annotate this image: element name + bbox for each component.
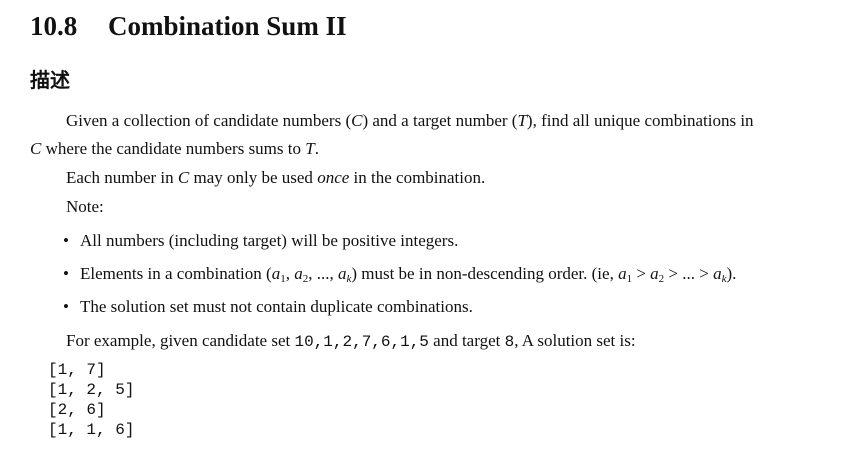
solution-line: [2, 6] — [48, 401, 106, 419]
text: Elements in a combination ( — [80, 264, 272, 283]
emphasis-once: once — [317, 168, 350, 187]
solution-line: [1, 7] — [48, 361, 106, 379]
section-title-text: Combination Sum II — [108, 11, 347, 41]
candidate-set: 10,1,2,7,6,1,5 — [294, 333, 429, 351]
list-item: • All numbers (including target) will be … — [30, 226, 736, 259]
text: All numbers (including target) will be p… — [80, 231, 459, 250]
list-item: • Elements in a combination (a1, a2, ...,… — [30, 259, 736, 292]
description-heading: 描述 — [30, 68, 70, 92]
math-a: a — [618, 264, 627, 283]
math-T: T — [517, 111, 527, 130]
math-C: C — [30, 139, 42, 158]
math-a: a — [650, 264, 659, 283]
math-a: a — [271, 264, 281, 283]
text: in the combination. — [349, 168, 486, 187]
text: , — [285, 264, 295, 283]
text: and target — [428, 331, 505, 350]
text: ). — [726, 264, 737, 283]
bullet-icon: • — [63, 231, 69, 250]
math-T: T — [305, 139, 315, 158]
note-label: Note: — [30, 193, 820, 221]
math-gt: > — [632, 264, 651, 283]
solution-code-block: [1, 7] [1, 2, 5] [2, 6] [1, 1, 6] — [48, 360, 134, 440]
paragraph-example: For example, given candidate set 10,1,2,… — [30, 327, 820, 356]
text: , A solution set is: — [514, 331, 636, 350]
paragraph-usage-rule: Each number in C may only be used once i… — [30, 164, 820, 192]
math-C: C — [351, 111, 363, 130]
solution-line: [1, 2, 5] — [48, 381, 135, 399]
document-page: 10.8 Combination Sum II 描述 Given a collec… — [0, 0, 847, 461]
text: ... — [682, 264, 700, 283]
section-title: 10.8 Combination Sum II — [30, 8, 347, 44]
text: , ..., — [308, 264, 338, 283]
solution-line: [1, 1, 6] — [48, 421, 135, 439]
text: Given a collection of candidate numbers … — [66, 111, 352, 130]
text: . — [314, 139, 319, 158]
bullet-icon: • — [63, 264, 69, 283]
text: ) must be in non-descending order. (ie, — [351, 264, 619, 283]
text: Note: — [66, 197, 104, 216]
math-a: a — [713, 264, 722, 283]
math-gt: > — [664, 264, 683, 283]
math-gt: > — [699, 264, 714, 283]
text: ), find all unique combinations in — [526, 111, 754, 130]
text: where the candidate numbers sums to — [41, 139, 306, 158]
math-a: a — [294, 264, 303, 283]
text: may only be used — [189, 168, 318, 187]
target-value: 8 — [504, 333, 515, 351]
text: ) and a target number ( — [362, 111, 518, 130]
bullet-icon: • — [63, 297, 69, 316]
paragraph-problem-statement: Given a collection of candidate numbers … — [30, 107, 820, 163]
math-C: C — [177, 168, 190, 187]
text: Each number in — [66, 168, 178, 187]
text: The solution set must not contain duplic… — [80, 297, 473, 316]
section-number: 10.8 — [30, 11, 78, 41]
text: For example, given candidate set — [66, 331, 295, 350]
note-list: • All numbers (including target) will be … — [30, 226, 736, 325]
list-item: • The solution set must not contain dupli… — [30, 292, 736, 325]
